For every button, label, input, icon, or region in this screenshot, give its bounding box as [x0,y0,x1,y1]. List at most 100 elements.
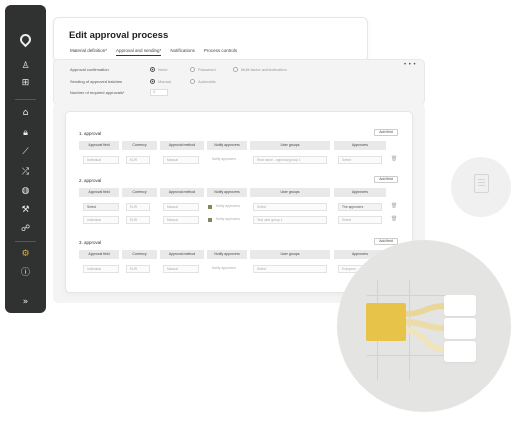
column-header: Approvers [334,141,386,150]
column-header: Approval field [79,141,119,150]
connector-line [403,327,447,353]
column-header: Approvers [334,188,386,197]
section-title: 3. approval [79,240,102,245]
sidebar-divider [15,241,36,242]
logo-icon[interactable] [5,31,46,47]
user-groups-select[interactable]: Real name - approval group 1 [253,156,327,164]
tab-bar: Material definition* Approval and sendin… [70,48,237,56]
add-field-button[interactable]: Add field [374,176,398,183]
approvers-select[interactable]: Select [338,216,382,224]
required-approvals-label: Number of required approvals* [70,90,125,95]
user-groups-select[interactable]: Select [253,265,327,273]
column-header: Currency [122,250,157,259]
expand-icon[interactable]: » [5,295,46,309]
notify-approvers-label: Notify approvers [216,204,241,208]
column-header: Currency [122,141,157,150]
approvers-select[interactable]: Select [338,156,382,164]
radio-label: Password [198,67,216,72]
radio-dot [150,79,155,84]
section-title: 2. approval [79,178,102,183]
connector-line [403,319,447,331]
notify-approvers-checkbox[interactable]: Notify approvers [209,156,247,164]
currency-select[interactable]: EUR [126,156,150,164]
approvers-select[interactable]: The approvers [338,203,382,211]
tab-approval-and-sending[interactable]: Approval and sending* [116,48,162,56]
user-groups-select[interactable]: Test user group 1 [253,216,327,224]
radio-dot [190,67,195,72]
user-groups-select[interactable]: Select [253,203,327,211]
approval-confirmation-label: Approval confirmation [70,67,109,72]
approval-field-input[interactable]: Individual [83,156,119,164]
trash-icon[interactable]: 🗑︎ [391,216,397,222]
notify-approvers-label: Notify approvers [216,217,241,221]
add-field-button[interactable]: Add field [374,129,398,136]
globe-icon[interactable]: ◍ [5,184,46,198]
target-block [444,318,476,339]
link-icon[interactable]: ☍ [5,222,46,236]
trash-icon[interactable]: 🗑︎ [391,203,397,209]
chart-icon[interactable]: ⟋ [5,145,46,159]
currency-select[interactable]: EUR [126,216,150,224]
notify-approvers-checkbox[interactable]: Notify approvers [209,265,247,273]
column-header: Approval method [160,250,204,259]
currency-select[interactable]: EUR [126,265,150,273]
gear-icon[interactable]: ⚙ [5,247,46,261]
wrench-icon[interactable]: ⚒ [5,203,46,217]
tab-notifications[interactable]: Notifications [170,48,195,56]
approval-method-select[interactable]: Manual [163,265,199,273]
radio-automatic[interactable]: Automatic [190,79,216,84]
page-title: Edit approval process [69,30,169,41]
radio-password[interactable]: Password [190,67,216,72]
connector-lines [403,303,447,353]
approval-method-select[interactable]: Manual [163,203,199,211]
column-header: Notify approvers [207,250,247,259]
column-header: Notify approvers [207,188,247,197]
target-block [444,341,476,362]
column-header: Notify approvers [207,141,247,150]
sidebar-divider [15,99,36,100]
column-header: User groups [250,250,330,259]
app-window: ♙ ⊞ ⌂ 🔒︎ ⟋ ⤮ ◍ ⚒ ☍ ⚙ ⓘ » Edit approval p… [0,0,511,447]
radio-dot [150,67,155,72]
approval-field-input[interactable]: Individual [83,216,119,224]
column-header: Currency [122,188,157,197]
radio-label: None [158,67,168,72]
currency-select[interactable]: EUR [126,203,150,211]
radio-dot [233,67,238,72]
approval-field-input[interactable]: Select [83,203,119,211]
radio-label: Automatic [198,79,216,84]
grid-icon[interactable]: ⊞ [5,76,46,90]
lock-icon[interactable]: 🔒︎ [5,126,46,140]
required-approvals-input[interactable]: 3 [150,89,168,96]
sending-label: Sending of approved batches [70,79,123,84]
home-icon[interactable]: ⌂ [5,106,46,120]
column-header: Approval field [79,188,119,197]
checkbox-checked[interactable] [208,218,212,222]
column-header: User groups [250,188,330,197]
tab-material-definition[interactable]: Material definition* [70,48,107,56]
column-header: Approval method [160,188,204,197]
user-icon[interactable]: ♙ [5,59,46,73]
document-icon [474,174,489,193]
source-block [366,303,406,341]
target-block [444,295,476,316]
more-options-icon[interactable]: • • • [404,62,416,68]
radio-dot [190,79,195,84]
info-icon[interactable]: ⓘ [5,264,46,278]
approval-field-input[interactable]: Individual [83,265,119,273]
column-header: Approval field [79,250,119,259]
approval-method-select[interactable]: Manual [163,216,199,224]
radio-label: Manual [158,79,172,84]
radio-multi-factor[interactable]: Multi-factor authentication [233,67,287,72]
header-card: Edit approval process Material definitio… [53,17,368,62]
column-header: User groups [250,141,330,150]
approval-method-select[interactable]: Manual [163,156,199,164]
connector-line [403,303,447,317]
tab-process-controls[interactable]: Process controls [204,48,237,56]
shuffle-icon[interactable]: ⤮ [5,165,46,179]
section-title: 1. approval [79,131,102,136]
trash-icon[interactable]: 🗑︎ [391,156,397,162]
radio-none[interactable]: None [150,67,168,72]
radio-manual[interactable]: Manual [150,79,171,84]
checkbox-checked[interactable] [208,205,212,209]
